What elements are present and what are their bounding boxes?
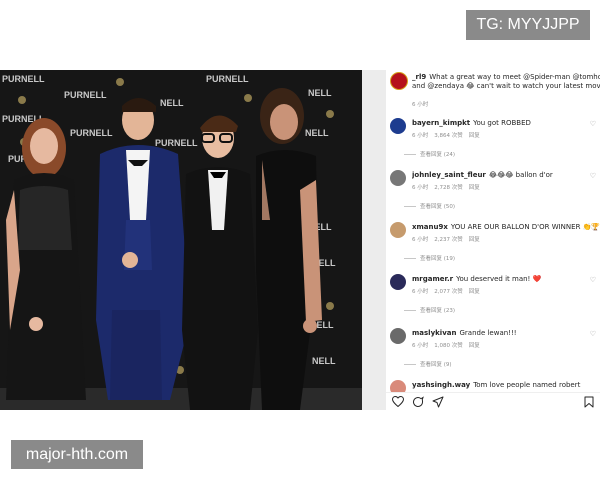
photo-divider (362, 70, 386, 410)
comment-text: Grande lewan!!! (459, 329, 517, 337)
view-replies-link[interactable]: 查看回复 (23) (420, 306, 455, 314)
comment-item: maslykivan Grande lewan!!! 6 小时 1,080 次赞 回复… (390, 328, 600, 368)
comment-item: johnley_saint_fleur 😂😂😂 ballon d'or 6 小时 2… (390, 170, 600, 210)
comment-likes[interactable]: 2,237 次赞 (434, 237, 463, 243)
backdrop-logo: PURNELL (155, 138, 198, 148)
backdrop-logo: PURNELL (206, 74, 249, 84)
avatar[interactable] (390, 328, 406, 344)
backdrop-logo: NELL (308, 88, 332, 98)
view-replies-link[interactable]: 查看回复 (50) (420, 202, 455, 210)
caption-text: What a great way to meet @Spider-man @to… (429, 73, 600, 81)
heart-icon[interactable]: ♡ (590, 224, 596, 232)
avatar[interactable] (390, 170, 406, 186)
comment-item: mrgamer.r You deserved it man! ❤️ 6 小时 2,0… (390, 274, 600, 314)
backdrop-logo: NELL (312, 356, 336, 366)
backdrop-logo: NELL (160, 98, 184, 108)
comment-username[interactable]: mrgamer.r (412, 275, 453, 283)
comment-text: 😂😂😂 ballon d'or (488, 171, 553, 179)
caption-username[interactable]: _rl9 (412, 73, 426, 81)
reply-button[interactable]: 回复 (469, 185, 480, 191)
heart-icon[interactable]: ♡ (590, 276, 596, 284)
bookmark-icon[interactable] (584, 396, 594, 408)
avatar[interactable] (390, 72, 408, 90)
comment-text: You got ROBBED (473, 119, 531, 127)
reply-button[interactable]: 回复 (469, 289, 480, 295)
instagram-post: PURNELL PURNELL PURNELL PURNELL PURNELL … (0, 70, 600, 410)
comment-text: YOU ARE OUR BALLON D'OR WINNER 👏🏆 (450, 223, 600, 231)
heart-icon[interactable]: ♡ (590, 330, 596, 338)
backdrop-logo: NELL (305, 128, 329, 138)
comment-likes[interactable]: 2,077 次赞 (434, 289, 463, 295)
heart-icon[interactable]: ♡ (590, 120, 596, 128)
caption-text-2: and @zendaya 😂 can't wait to watch your … (412, 82, 600, 90)
watermark-top: TG: MYYJJPP (466, 10, 590, 40)
avatar[interactable] (390, 222, 406, 238)
watermark-bottom: major-hth.com (11, 440, 143, 469)
comment-username[interactable]: yashsingh.way (412, 381, 470, 389)
comment-username[interactable]: bayern_kimpkt (412, 119, 470, 127)
caption: _rl9 What a great way to meet @Spider-man… (390, 72, 600, 108)
backdrop-logo: PURNELL (64, 90, 107, 100)
comment-time: 6 小时 (412, 343, 429, 349)
comment-item: xmanu9x YOU ARE OUR BALLON D'OR WINNER 👏🏆… (390, 222, 600, 262)
post-actions-bar (386, 392, 600, 410)
comment-text: Tom love people named robert (473, 381, 581, 389)
comment-likes[interactable]: 2,728 次赞 (434, 185, 463, 191)
comment-username[interactable]: xmanu9x (412, 223, 448, 231)
like-heart-icon[interactable] (392, 396, 404, 407)
comment-text: You deserved it man! ❤️ (456, 275, 542, 283)
comments-panel[interactable]: _rl9 What a great way to meet @Spider-man… (386, 70, 600, 410)
comment-username[interactable]: maslykivan (412, 329, 456, 337)
comment-time: 6 小时 (412, 237, 429, 243)
heart-icon[interactable]: ♡ (590, 172, 596, 180)
avatar[interactable] (390, 118, 406, 134)
view-replies-link[interactable]: 查看回复 (9) (420, 360, 452, 368)
comment-item: bayern_kimpkt You got ROBBED 6 小时 3,864 次赞… (390, 118, 600, 158)
comment-time: 6 小时 (412, 133, 429, 139)
share-icon[interactable] (432, 396, 444, 408)
post-photo: PURNELL PURNELL PURNELL PURNELL PURNELL … (0, 70, 362, 410)
view-replies-link[interactable]: 查看回复 (19) (420, 254, 455, 262)
comment-likes[interactable]: 3,864 次赞 (434, 133, 463, 139)
avatar[interactable] (390, 274, 406, 290)
reply-button[interactable]: 回复 (469, 343, 480, 349)
backdrop-logo: PURNELL (2, 74, 45, 84)
view-replies-link[interactable]: 查看回复 (24) (420, 150, 455, 158)
comment-icon[interactable] (412, 396, 424, 408)
comment-time: 6 小时 (412, 185, 429, 191)
reply-button[interactable]: 回复 (469, 237, 480, 243)
comment-likes[interactable]: 1,080 次赞 (434, 343, 463, 349)
comment-username[interactable]: johnley_saint_fleur (412, 171, 486, 179)
backdrop-logo: PURNELL (70, 128, 113, 138)
caption-time: 6 小时 (412, 102, 429, 108)
comment-time: 6 小时 (412, 289, 429, 295)
reply-button[interactable]: 回复 (469, 133, 480, 139)
